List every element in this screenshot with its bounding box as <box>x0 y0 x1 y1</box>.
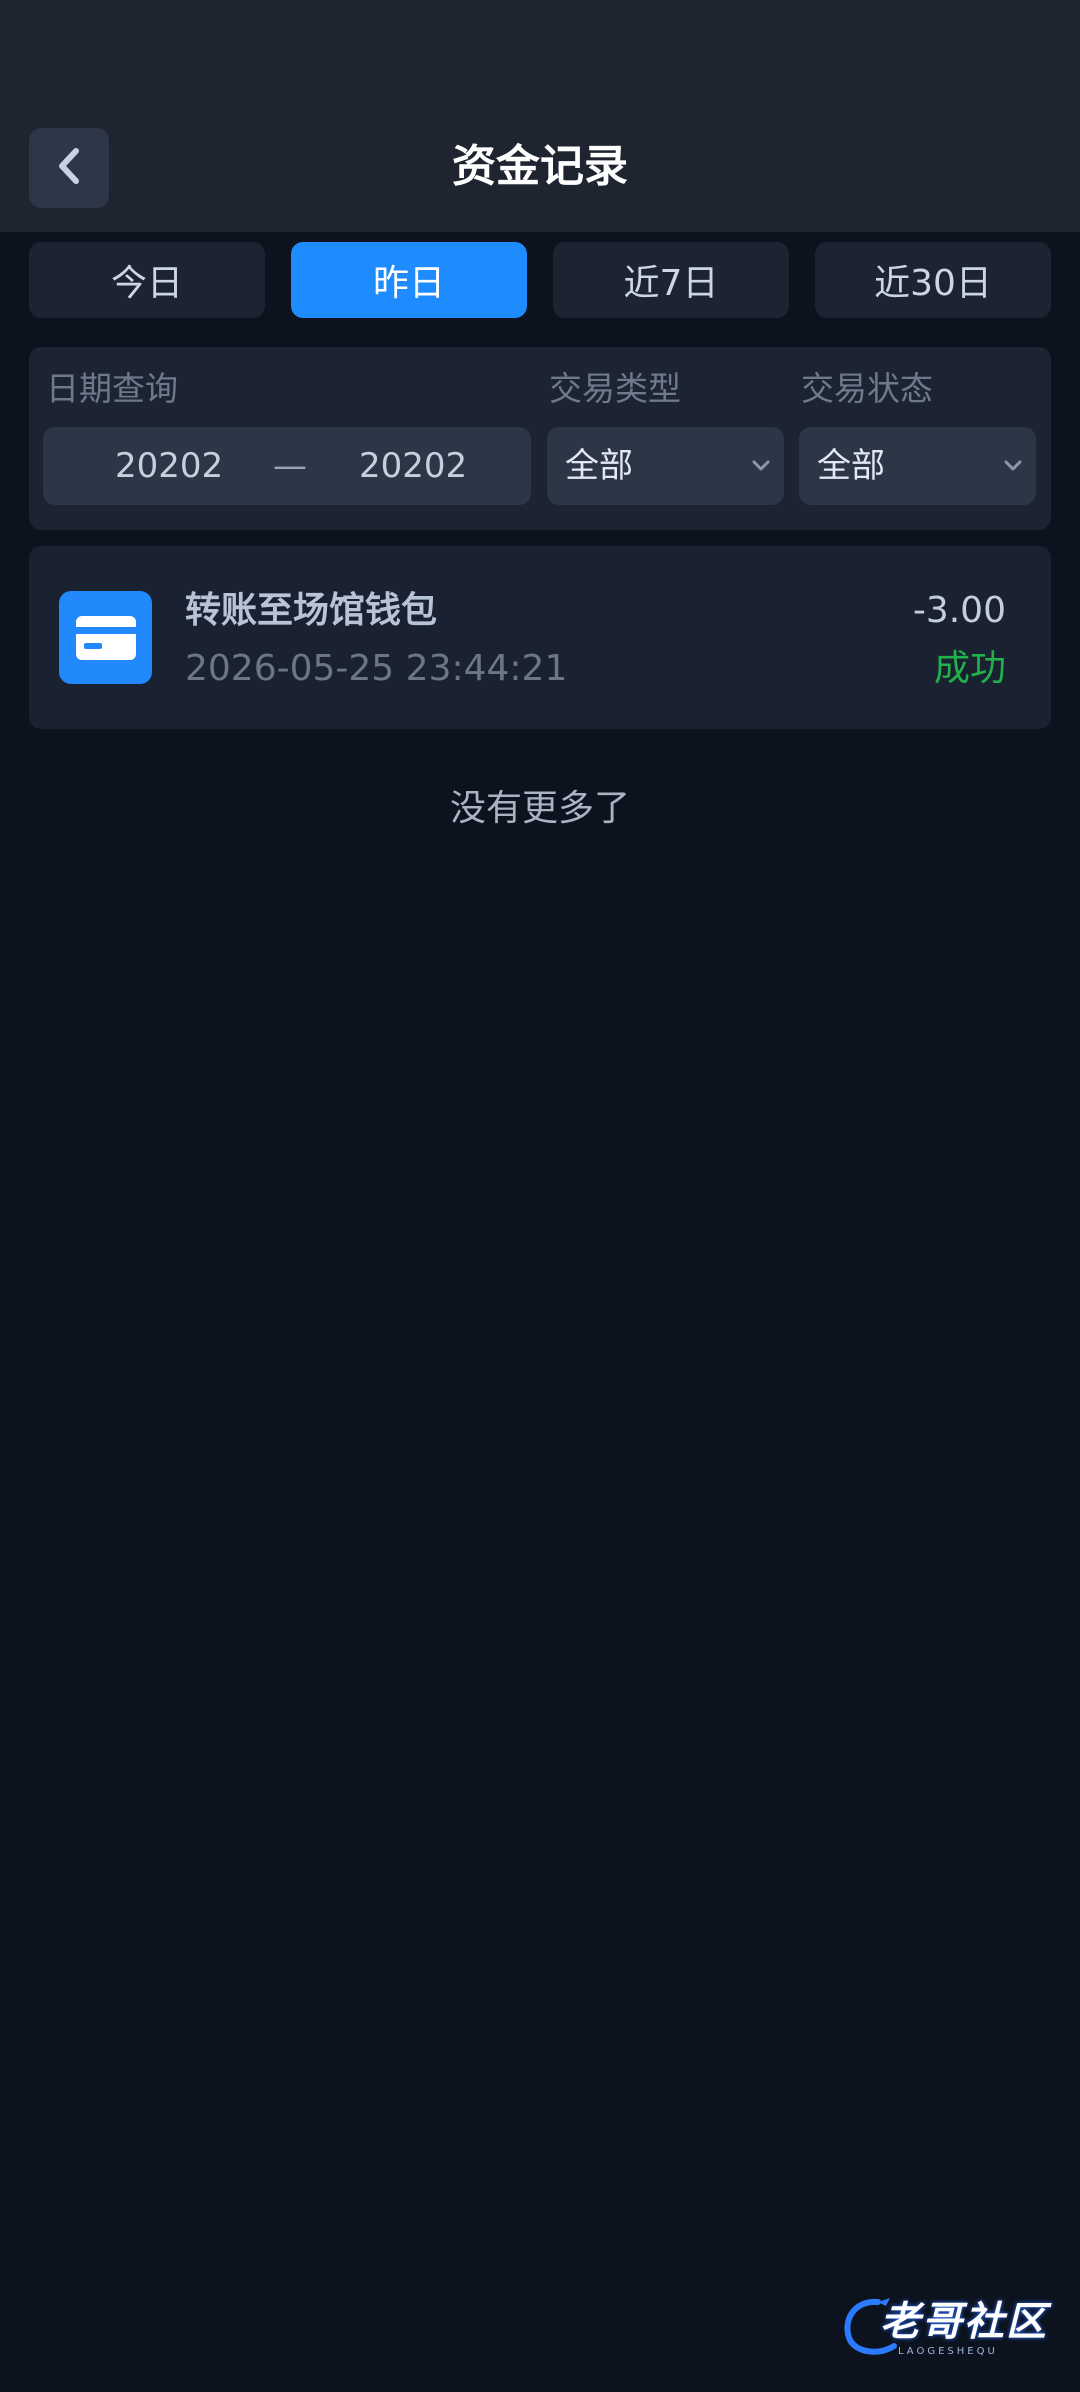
record-title: 转账至场馆钱包 <box>185 590 438 631</box>
record-timestamp: 2026-05-25 23:44:21 <box>185 648 568 689</box>
date-end-field[interactable]: 20202 <box>359 444 467 488</box>
header-bar: 资金记录 <box>0 0 1080 232</box>
watermark-text: 老哥社区 <box>880 2299 1048 2345</box>
date-range-picker[interactable]: 20202 — 20202 <box>43 427 531 505</box>
date-range-tabs: 今日 昨日 近7日 近30日 <box>29 242 1051 318</box>
transaction-status-label: 交易状态 <box>801 369 933 408</box>
watermark-subtext: LAOGESHEQU <box>898 2346 998 2357</box>
date-separator: — <box>273 446 307 486</box>
transaction-type-value: 全部 <box>565 446 633 486</box>
filter-panel: 日期查询 交易类型 交易状态 20202 — 20202 全部 全部 <box>29 347 1051 530</box>
record-status: 成功 <box>933 648 1006 689</box>
tab-today[interactable]: 今日 <box>29 242 265 318</box>
transaction-status-value: 全部 <box>817 446 885 486</box>
chevron-down-icon <box>1002 455 1024 481</box>
watermark-logo: 老哥社区 LAOGESHEQU <box>838 2292 1063 2364</box>
transaction-type-label: 交易类型 <box>549 369 681 408</box>
date-query-label: 日期查询 <box>46 369 178 408</box>
tab-last-30-days[interactable]: 近30日 <box>815 242 1051 318</box>
record-amount: -3.00 <box>912 590 1006 631</box>
fund-records-page: 资金记录 今日 昨日 近7日 近30日 日期查询 交易类型 交易状态 20202… <box>0 0 1080 2392</box>
transaction-type-select[interactable]: 全部 <box>547 427 784 505</box>
no-more-text: 没有更多了 <box>449 788 630 829</box>
record-item[interactable]: 转账至场馆钱包 2026-05-25 23:44:21 -3.00 成功 <box>29 546 1051 729</box>
date-start-field[interactable]: 20202 <box>115 444 223 488</box>
transaction-status-select[interactable]: 全部 <box>799 427 1036 505</box>
page-title: 资金记录 <box>452 141 628 192</box>
tab-last-7-days[interactable]: 近7日 <box>553 242 789 318</box>
card-icon <box>59 591 152 684</box>
chevron-down-icon <box>750 455 772 481</box>
tab-yesterday[interactable]: 昨日 <box>291 242 527 318</box>
